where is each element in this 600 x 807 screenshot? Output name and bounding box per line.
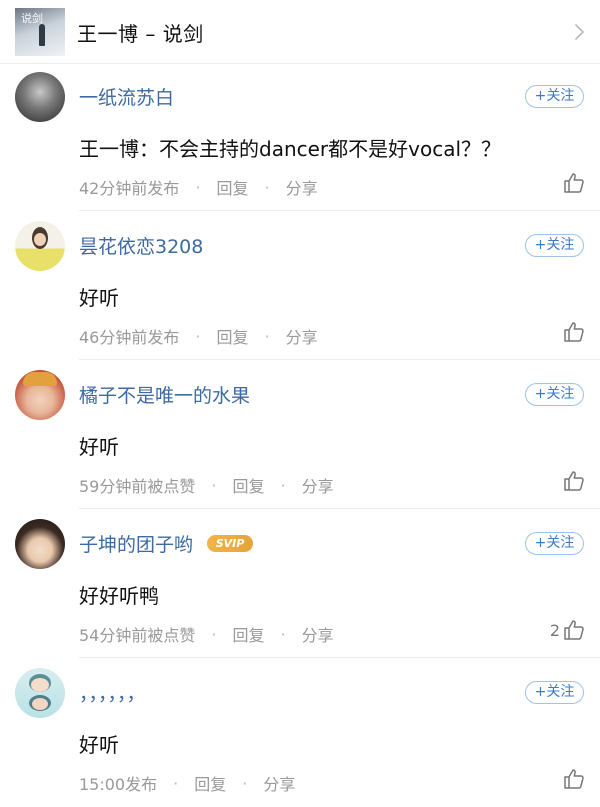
comment-meta: 54分钟前被点赞 · 回复 · 分享 xyxy=(79,622,334,646)
avatar[interactable] xyxy=(15,370,65,420)
reply-link[interactable]: 回复 xyxy=(232,622,264,646)
comment-time: 59分钟前被点赞 xyxy=(79,477,196,496)
comment-item: 子坤的团子哟 SVIP +关注 好好听鸭 54分钟前被点赞 · 回复 · 分享 … xyxy=(0,510,600,658)
comment-text: 王一博：不会主持的dancer都不是好vocal？？ xyxy=(79,137,502,161)
avatar[interactable] xyxy=(15,221,65,271)
comment-item: ，，，，，， +关注 好听 15:00发布 · 回复 · 分享 xyxy=(0,659,600,807)
like-button[interactable] xyxy=(560,767,586,791)
comment-meta: 46分钟前发布 · 回复 · 分享 xyxy=(79,324,318,348)
comment-text: 好听 xyxy=(79,435,119,459)
share-link[interactable]: 分享 xyxy=(286,324,318,348)
divider xyxy=(79,359,600,360)
follow-button[interactable]: +关注 xyxy=(525,234,584,257)
follow-button[interactable]: +关注 xyxy=(525,383,584,406)
reply-link[interactable]: 回复 xyxy=(232,473,264,497)
comment-time: 46分钟前发布 xyxy=(79,328,180,347)
follow-button[interactable]: +关注 xyxy=(525,85,584,108)
username[interactable]: 一纸流苏白 xyxy=(79,83,174,110)
like-button[interactable]: 2 xyxy=(550,618,586,642)
comment-time: 42分钟前发布 xyxy=(79,179,180,198)
comment-time: 54分钟前被点赞 xyxy=(79,626,196,645)
comment-item: 橘子不是唯一的水果 +关注 好听 59分钟前被点赞 · 回复 · 分享 xyxy=(0,361,600,509)
thumbs-up-icon xyxy=(564,620,584,640)
divider xyxy=(79,210,600,211)
thumbs-up-icon xyxy=(564,173,584,193)
song-title: 王一博 – 说剑 xyxy=(77,22,204,46)
comment-item: 昙花依恋3208 +关注 好听 46分钟前发布 · 回复 · 分享 xyxy=(0,212,600,360)
comment-item: 一纸流苏白 +关注 王一博：不会主持的dancer都不是好vocal？？ 42分… xyxy=(0,63,600,211)
username[interactable]: ，，，，，， xyxy=(79,679,146,706)
divider xyxy=(79,508,600,509)
share-link[interactable]: 分享 xyxy=(286,175,318,199)
album-cover: 说剑 xyxy=(15,8,65,56)
like-button[interactable] xyxy=(560,320,586,344)
like-button[interactable] xyxy=(560,469,586,493)
follow-button[interactable]: +关注 xyxy=(525,532,584,555)
avatar[interactable] xyxy=(15,519,65,569)
chevron-right-icon[interactable] xyxy=(570,20,590,44)
comment-text: 好听 xyxy=(79,733,119,757)
comment-meta: 59分钟前被点赞 · 回复 · 分享 xyxy=(79,473,334,497)
reply-link[interactable]: 回复 xyxy=(216,175,248,199)
username[interactable]: 橘子不是唯一的水果 xyxy=(79,381,250,408)
comment-time: 15:00发布 xyxy=(79,775,158,794)
thumbs-up-icon xyxy=(564,769,584,789)
comment-meta: 15:00发布 · 回复 · 分享 xyxy=(79,771,295,795)
svip-badge: SVIP xyxy=(207,535,253,552)
share-link[interactable]: 分享 xyxy=(302,622,334,646)
thumbs-up-icon xyxy=(564,471,584,491)
song-header[interactable]: 说剑 王一博 – 说剑 xyxy=(0,0,600,64)
avatar[interactable] xyxy=(15,72,65,122)
like-count: 2 xyxy=(549,620,560,640)
username[interactable]: 子坤的团子哟 xyxy=(79,530,193,557)
reply-link[interactable]: 回复 xyxy=(216,324,248,348)
username[interactable]: 昙花依恋3208 xyxy=(79,232,203,259)
share-link[interactable]: 分享 xyxy=(302,473,334,497)
share-link[interactable]: 分享 xyxy=(263,771,295,795)
divider xyxy=(79,657,600,658)
cover-text: 说剑 xyxy=(21,12,43,25)
comment-text: 好听 xyxy=(79,286,119,310)
avatar[interactable] xyxy=(15,668,65,718)
follow-button[interactable]: +关注 xyxy=(525,681,584,704)
comment-text: 好好听鸭 xyxy=(79,584,159,608)
thumbs-up-icon xyxy=(564,322,584,342)
comment-meta: 42分钟前发布 · 回复 · 分享 xyxy=(79,175,318,199)
like-button[interactable] xyxy=(560,171,586,195)
reply-link[interactable]: 回复 xyxy=(194,771,226,795)
